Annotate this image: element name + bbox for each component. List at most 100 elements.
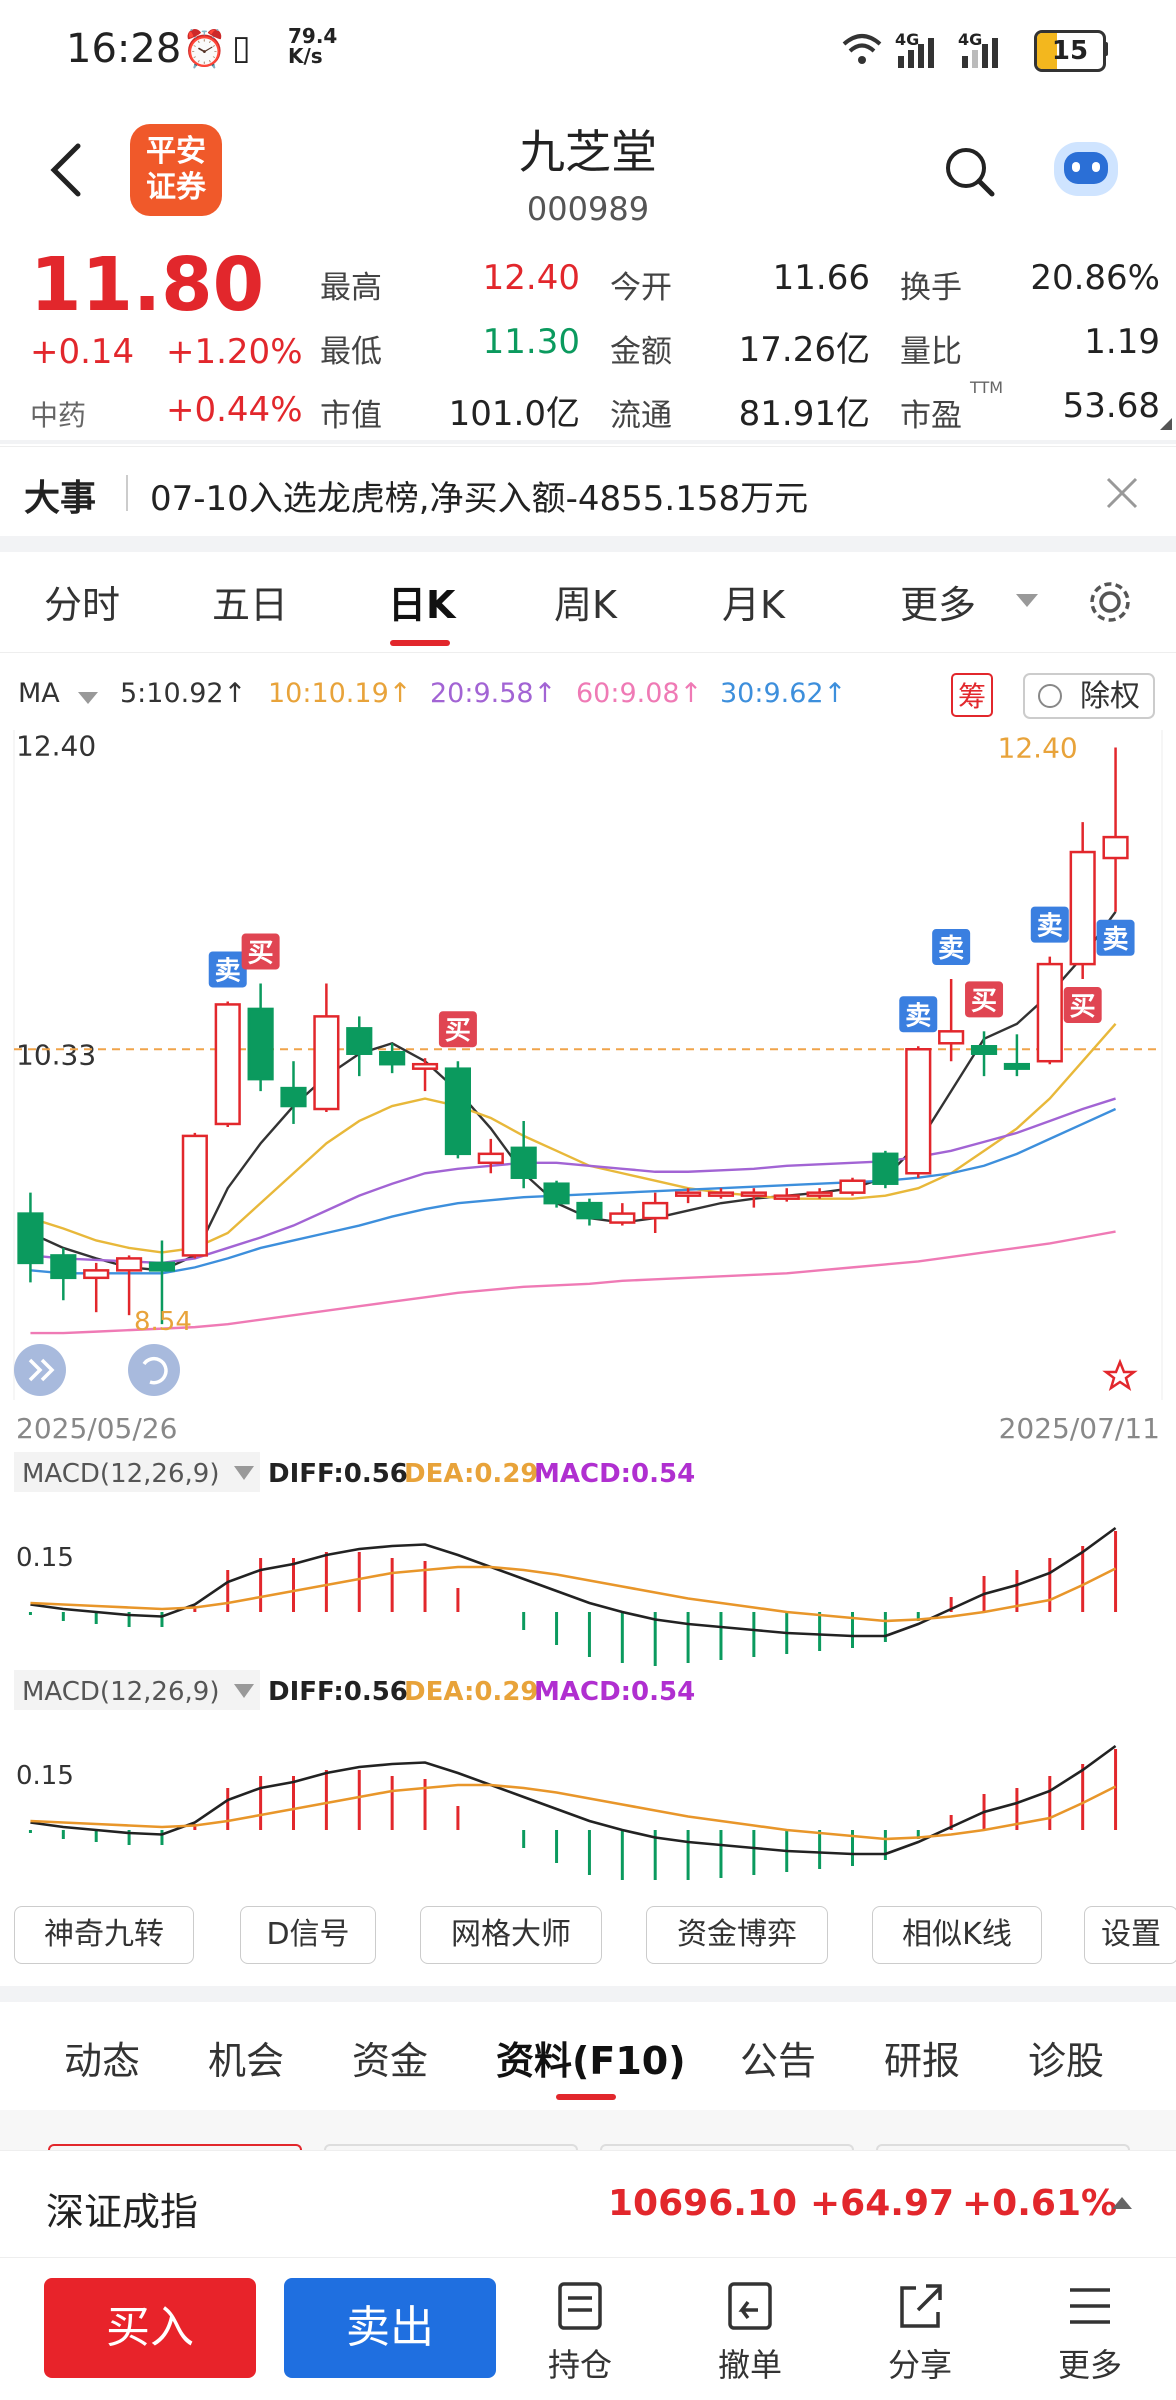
ma-dropdown-icon[interactable]	[78, 692, 98, 704]
more-caret-icon[interactable]	[1016, 594, 1038, 607]
macd-value: MACD:0.54	[534, 1677, 695, 1707]
candle-body[interactable]	[740, 1191, 767, 1197]
signal-label: 卖	[1037, 912, 1063, 942]
candle-body[interactable]	[938, 1030, 965, 1045]
net-speed: 79.4 K/s	[288, 26, 337, 66]
candle-body[interactable]	[411, 1062, 439, 1070]
cancel-order-button[interactable]: 撤单	[690, 2280, 810, 2386]
candle-body[interactable]	[576, 1201, 603, 1220]
candle-body[interactable]	[50, 1254, 77, 1280]
y-axis-label-top: 12.40	[16, 729, 96, 762]
candle-body[interactable]	[247, 1007, 274, 1081]
candle-body[interactable]	[148, 1261, 176, 1272]
positions-button[interactable]: 持仓	[520, 2280, 640, 2386]
share-button[interactable]: 分享	[860, 2280, 980, 2386]
back-arrow-icon[interactable]	[46, 140, 86, 200]
info-tab-4[interactable]: 公告	[740, 2030, 816, 2085]
candle-body[interactable]	[1069, 850, 1096, 966]
news-divider	[126, 475, 128, 511]
candle-body[interactable]	[280, 1086, 307, 1108]
tab-kline-2[interactable]: 日K	[388, 574, 455, 629]
index-pct: +0.61%	[962, 2183, 1118, 2224]
candle-body[interactable]	[773, 1194, 800, 1200]
candle-body[interactable]	[83, 1269, 110, 1280]
candle-body[interactable]	[444, 1067, 471, 1156]
macd-y-label: 0.15	[16, 1543, 74, 1573]
tab-kline-0[interactable]: 分时	[44, 574, 120, 629]
low-price-marker: 8.54	[134, 1307, 192, 1337]
caret-up-icon[interactable]	[1110, 2195, 1134, 2211]
indicator-button-5[interactable]: 设置	[1084, 1906, 1176, 1964]
battery-level: 15	[1051, 36, 1089, 66]
indicator-button-4[interactable]: 相似K线	[872, 1906, 1042, 1964]
buy-button[interactable]: 买入	[44, 2278, 256, 2378]
candle-body[interactable]	[510, 1146, 537, 1179]
kline-chart-area[interactable]: MA 5:10.92↑ 10:10.19↑ 20:9.58↑ 60:9.08↑ 30:9.…	[0, 660, 1176, 1884]
favorite-star-icon[interactable]	[1102, 1358, 1138, 1391]
chip-button-label: 筹	[958, 680, 986, 713]
indicator-button-3[interactable]: 资金博弈	[646, 1906, 828, 1964]
candle-body[interactable]	[675, 1191, 702, 1197]
macd-title[interactable]: MACD(12,26,9)	[22, 1677, 219, 1707]
quote-value: 53.68	[1062, 386, 1160, 426]
expand-corner-icon[interactable]	[1160, 418, 1172, 430]
candle-body[interactable]	[872, 1152, 899, 1185]
signal-icon-2	[962, 38, 998, 68]
candle-body[interactable]	[1003, 1062, 1030, 1070]
candle-body[interactable]	[1102, 835, 1129, 860]
sell-button[interactable]: 卖出	[284, 2278, 496, 2378]
candle-body[interactable]	[905, 1048, 932, 1175]
candle-body[interactable]	[543, 1182, 570, 1205]
candle-body[interactable]	[642, 1201, 669, 1220]
info-tab-3[interactable]: 资料(F10)	[496, 2030, 686, 2085]
candle-body[interactable]	[313, 1015, 340, 1111]
start-date: 2025/05/26	[16, 1412, 177, 1445]
settings-gear-icon[interactable]	[1086, 578, 1134, 626]
kline-chart-svg[interactable]: MA 5:10.92↑ 10:10.19↑ 20:9.58↑ 60:9.08↑ 30:9.…	[0, 660, 1176, 1884]
candle-body[interactable]	[707, 1191, 735, 1197]
index-ticker[interactable]: 深证成指 10696.10 +64.97 +0.61%	[0, 2150, 1176, 2258]
reset-view-icon[interactable]	[128, 1344, 180, 1396]
candle-body[interactable]	[477, 1152, 504, 1165]
stock-code: 000989	[526, 190, 650, 228]
candle-body[interactable]	[181, 1134, 208, 1257]
ma-legend-label[interactable]: MA	[18, 678, 60, 709]
more-button[interactable]: 更多	[1030, 2280, 1150, 2386]
tab-kline-4[interactable]: 月K	[722, 574, 785, 629]
quote-value: 11.30	[482, 322, 580, 362]
candle-body[interactable]	[379, 1050, 406, 1066]
info-tab-6[interactable]: 诊股	[1028, 2030, 1104, 2085]
signal-label: 买	[971, 986, 997, 1016]
indicator-button-0[interactable]: 神奇九转	[14, 1906, 194, 1964]
candle-body[interactable]	[839, 1179, 866, 1194]
sector-change-pct[interactable]: +0.44%	[166, 390, 303, 430]
more-menu-icon	[1070, 2288, 1110, 2324]
signal-label: 卖	[905, 1001, 931, 1031]
news-text: 07-10入选龙虎榜,净买入额-4855.158万元	[150, 479, 809, 519]
macd-title[interactable]: MACD(12,26,9)	[22, 1459, 219, 1489]
info-tab-1[interactable]: 机会	[208, 2030, 284, 2085]
candle-body[interactable]	[346, 1027, 373, 1055]
info-tab-0[interactable]: 动态	[64, 2030, 140, 2085]
candle-body[interactable]	[806, 1191, 833, 1197]
candle-body[interactable]	[116, 1257, 143, 1272]
tab-kline-1[interactable]: 五日	[212, 574, 288, 629]
broker-logo[interactable]: 平安 证券	[130, 124, 222, 216]
candle-body[interactable]	[17, 1212, 44, 1265]
close-icon[interactable]	[1104, 475, 1140, 511]
info-tab-5[interactable]: 研报	[884, 2030, 960, 2085]
candle-body[interactable]	[970, 1045, 998, 1055]
candle-body[interactable]	[1036, 962, 1063, 1063]
assistant-robot-icon[interactable]	[1048, 136, 1124, 202]
sector-name[interactable]: 中药	[30, 394, 86, 434]
tab-kline-5[interactable]: 更多	[900, 574, 976, 629]
share-icon	[900, 2284, 942, 2328]
search-icon[interactable]	[942, 144, 998, 200]
news-banner[interactable]: 大事 07-10入选龙虎榜,净买入额-4855.158万元	[0, 446, 1176, 537]
indicator-button-2[interactable]: 网格大师	[420, 1906, 602, 1964]
info-tab-2[interactable]: 资金	[352, 2030, 428, 2085]
indicator-button-1[interactable]: D信号	[240, 1906, 376, 1964]
tab-kline-3[interactable]: 周K	[554, 574, 617, 629]
candle-body[interactable]	[609, 1212, 636, 1224]
candle-body[interactable]	[214, 1003, 241, 1126]
